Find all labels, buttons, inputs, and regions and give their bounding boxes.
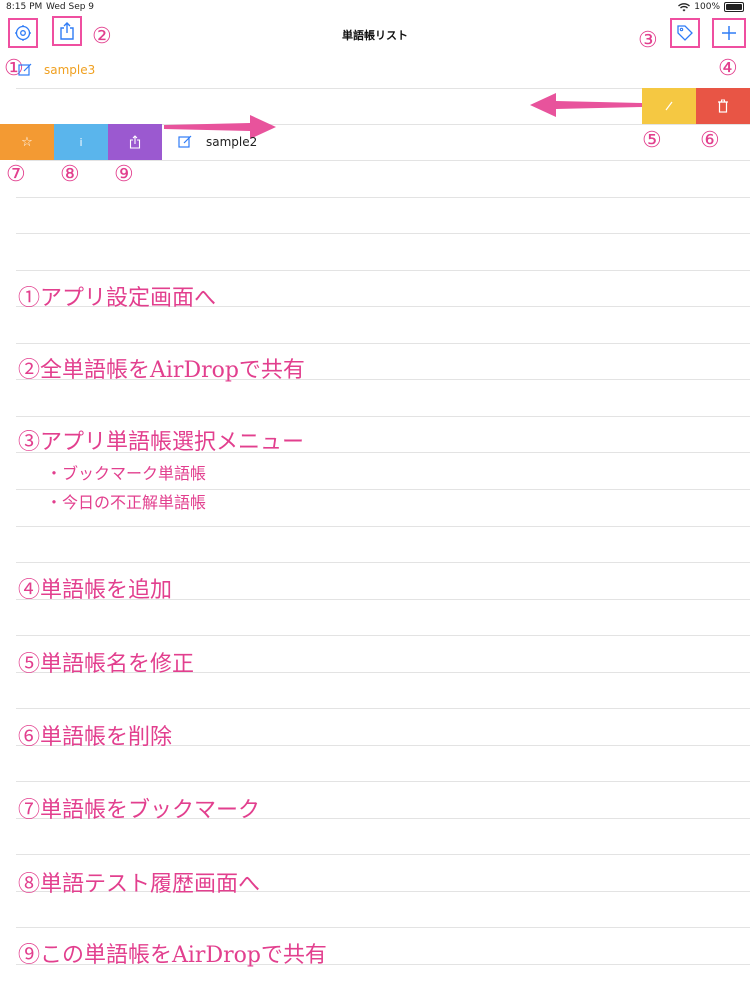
delete-action[interactable]	[696, 88, 750, 124]
marker-2: ②	[92, 24, 112, 49]
note-bookmark-wordbook: ・ブックマーク単語帳	[46, 464, 207, 483]
edit-icon	[18, 63, 32, 76]
list-item[interactable]: sample3	[0, 54, 750, 88]
battery-icon	[724, 2, 744, 12]
info-icon: i	[79, 135, 83, 149]
edit-name-action[interactable]	[642, 88, 696, 124]
swipe-left-arrow	[530, 93, 642, 117]
marker-3: ③	[638, 28, 658, 53]
status-time: 8:15 PM	[6, 2, 43, 12]
divider	[16, 416, 750, 417]
history-action[interactable]: i	[54, 124, 108, 160]
note-app-settings: ①アプリ設定画面へ	[18, 286, 217, 311]
status-date: Wed Sep 9	[46, 2, 95, 12]
note-test-history: ⑧単語テスト履歴画面へ	[18, 872, 261, 897]
divider	[16, 160, 750, 161]
list-item[interactable]: sample2	[162, 124, 750, 160]
note-bookmark: ⑦単語帳をブックマーク	[18, 798, 261, 823]
marker-8: ⑧	[60, 162, 80, 187]
note-delete-wordbook: ⑥単語帳を削除	[18, 725, 173, 750]
note-wordbook-menu: ③アプリ単語帳選択メニュー	[18, 430, 305, 455]
divider	[16, 343, 750, 344]
marker-9: ⑨	[114, 162, 134, 187]
divider	[16, 526, 750, 527]
note-share-wordbook: ⑨この単語帳をAirDropで共有	[18, 943, 327, 968]
star-icon: ☆	[21, 134, 33, 150]
marker-7: ⑦	[6, 162, 26, 187]
plus-icon	[722, 26, 736, 40]
edit-icon	[178, 135, 192, 148]
divider	[16, 88, 750, 89]
note-share-all: ②全単語帳をAirDropで共有	[18, 358, 305, 383]
wordbook-name: sample2	[206, 135, 258, 149]
divider	[16, 635, 750, 636]
divider	[16, 197, 750, 198]
wifi-icon	[678, 2, 691, 11]
tag-icon	[677, 25, 693, 41]
divider	[16, 270, 750, 271]
share-icon	[129, 135, 141, 149]
divider	[16, 562, 750, 563]
note-add-wordbook: ④単語帳を追加	[18, 578, 173, 603]
note-rename-wordbook: ⑤単語帳名を修正	[18, 652, 195, 677]
bookmark-action[interactable]: ☆	[0, 124, 54, 160]
divider	[16, 927, 750, 928]
note-incorrect-wordbook: ・今日の不正解単語帳	[46, 493, 207, 512]
wordbook-name: sample3	[44, 63, 96, 77]
pencil-icon	[665, 101, 673, 111]
status-right: 100%	[678, 2, 744, 12]
status-bar: 8:15 PM Wed Sep 9 100%	[0, 0, 750, 14]
divider	[16, 854, 750, 855]
trash-icon	[718, 99, 728, 113]
add-wordbook-button[interactable]	[712, 18, 746, 48]
share-wordbook-action[interactable]	[108, 124, 162, 160]
battery-percent: 100%	[694, 2, 720, 12]
divider	[16, 708, 750, 709]
divider	[16, 233, 750, 234]
tag-menu-button[interactable]	[670, 18, 700, 48]
divider	[16, 781, 750, 782]
